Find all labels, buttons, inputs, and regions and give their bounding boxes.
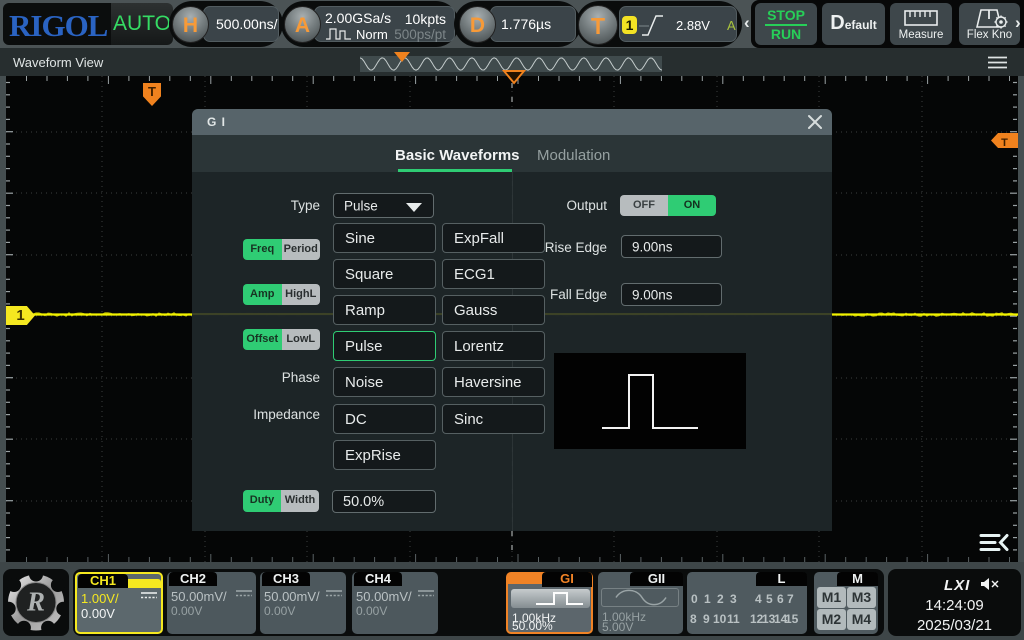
svg-text:R: R xyxy=(26,587,45,617)
